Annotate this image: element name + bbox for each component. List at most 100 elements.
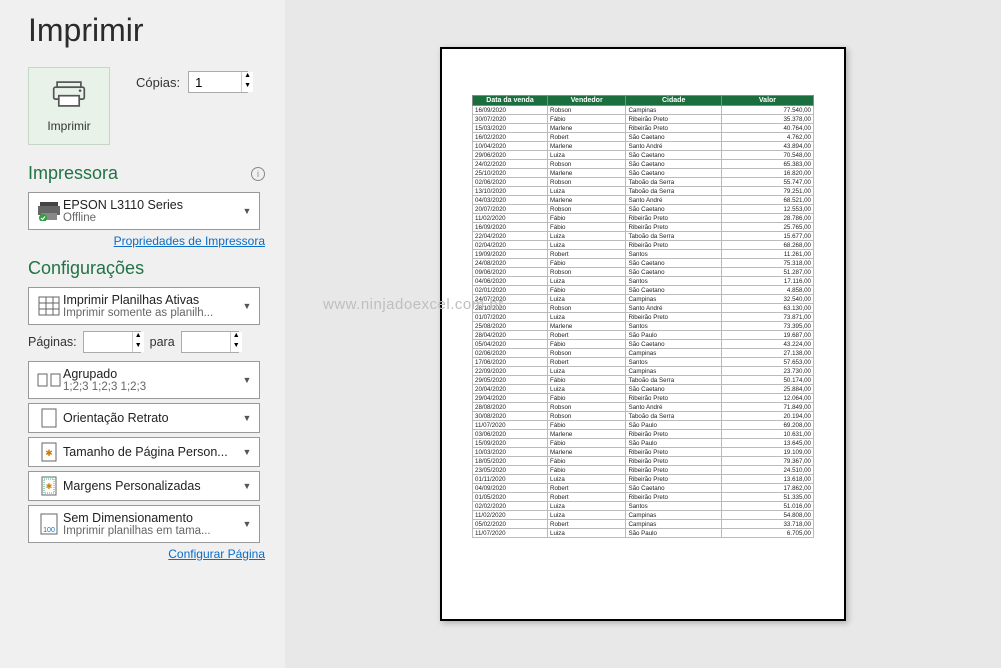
table-header: Cidade — [626, 96, 721, 106]
settings-section-header: Configurações — [28, 258, 144, 279]
table-cell: Taboão da Serra — [626, 232, 721, 241]
table-cell: 05/04/2020 — [473, 340, 548, 349]
table-row: 24/02/2020RobsonSão Caetano65.383,00 — [473, 160, 814, 169]
chevron-down-icon: ▼ — [241, 206, 253, 216]
table-row: 28/04/2020RobertSão Paulo19.687,00 — [473, 331, 814, 340]
table-row: 29/04/2020FábioRibeirão Preto12.064,00 — [473, 394, 814, 403]
chevron-down-icon: ▼ — [241, 301, 253, 311]
table-cell: Fábio — [548, 394, 626, 403]
table-cell: 01/11/2020 — [473, 475, 548, 484]
printer-status-icon — [35, 201, 63, 221]
table-cell: Ribeirão Preto — [626, 115, 721, 124]
table-cell: 43.894,00 — [721, 142, 813, 151]
table-row: 01/07/2020LuizaRibeirão Preto73.871,00 — [473, 313, 814, 322]
pages-from-spinner[interactable]: ▲▼ — [132, 332, 144, 352]
table-cell: 55.747,00 — [721, 178, 813, 187]
copies-label: Cópias: — [136, 75, 180, 90]
table-cell: Luiza — [548, 151, 626, 160]
pages-to-spinner[interactable]: ▲▼ — [230, 332, 242, 352]
preview-page: Data da vendaVendedorCidadeValor 16/09/2… — [440, 47, 846, 621]
table-cell: Fábio — [548, 115, 626, 124]
orientation-dropdown[interactable]: Orientação Retrato ▼ — [28, 403, 260, 433]
margins-dropdown[interactable]: ✱ Margens Personalizadas ▼ — [28, 471, 260, 501]
scaling-icon: 100 — [35, 513, 63, 535]
paper-size-dropdown[interactable]: ✱ Tamanho de Página Person... ▼ — [28, 437, 260, 467]
table-row: 22/04/2020LuizaTaboão da Serra15.677,00 — [473, 232, 814, 241]
table-row: 11/07/2020LuizaSão Paulo6.705,00 — [473, 529, 814, 538]
table-row: 11/07/2020FábioSão Paulo69.208,00 — [473, 421, 814, 430]
table-row: 28/10/2020RobsonSanto André63.130,00 — [473, 304, 814, 313]
table-cell: São Caetano — [626, 484, 721, 493]
table-row: 23/05/2020FábioRibeirão Preto24.510,00 — [473, 466, 814, 475]
table-cell: Marlene — [548, 196, 626, 205]
chevron-down-icon: ▼ — [241, 375, 253, 385]
table-row: 15/03/2020MarleneRibeirão Preto40.764,00 — [473, 124, 814, 133]
table-cell: Ribeirão Preto — [626, 457, 721, 466]
paper-line1: Tamanho de Página Person... — [63, 445, 241, 459]
table-row: 10/04/2020MarleneSanto André43.894,00 — [473, 142, 814, 151]
table-cell: Robson — [548, 268, 626, 277]
table-cell: 69.208,00 — [721, 421, 813, 430]
table-cell: 30/07/2020 — [473, 115, 548, 124]
scaling-dropdown[interactable]: 100 Sem Dimensionamento Imprimir planilh… — [28, 505, 260, 543]
table-cell: 17.116,00 — [721, 277, 813, 286]
copies-spinner[interactable]: ▲▼ — [241, 72, 253, 92]
table-cell: 19.687,00 — [721, 331, 813, 340]
table-cell: 22/09/2020 — [473, 367, 548, 376]
print-button[interactable]: Imprimir — [28, 67, 110, 145]
table-cell: Robson — [548, 160, 626, 169]
table-cell: 02/04/2020 — [473, 241, 548, 250]
table-cell: Campinas — [626, 349, 721, 358]
table-row: 30/07/2020FábioRibeirão Preto35.378,00 — [473, 115, 814, 124]
info-icon[interactable]: i — [251, 167, 265, 181]
table-cell: 65.383,00 — [721, 160, 813, 169]
table-cell: Robson — [548, 304, 626, 313]
table-cell: Luiza — [548, 313, 626, 322]
printer-dropdown[interactable]: EPSON L3110 Series Offline ▼ — [28, 192, 260, 230]
table-cell: Robson — [548, 412, 626, 421]
copies-input[interactable] — [188, 71, 248, 93]
table-row: 28/08/2020RobsonSanto André71.849,00 — [473, 403, 814, 412]
margins-icon: ✱ — [35, 476, 63, 496]
table-cell: 20/04/2020 — [473, 385, 548, 394]
table-cell: 17/06/2020 — [473, 358, 548, 367]
table-cell: São Caetano — [626, 340, 721, 349]
collation-dropdown[interactable]: Agrupado 1;2;3 1;2;3 1;2;3 ▼ — [28, 361, 260, 399]
collate-icon — [35, 371, 63, 389]
table-cell: São Paulo — [626, 331, 721, 340]
table-row: 04/06/2020LuizaSantos17.116,00 — [473, 277, 814, 286]
table-cell: Fábio — [548, 457, 626, 466]
table-cell: 79.251,00 — [721, 187, 813, 196]
table-cell: Marlene — [548, 322, 626, 331]
table-cell: Campinas — [626, 511, 721, 520]
page-setup-link[interactable]: Configurar Página — [28, 547, 265, 561]
table-cell: 29/04/2020 — [473, 394, 548, 403]
table-cell: Luiza — [548, 277, 626, 286]
table-cell: Fábio — [548, 439, 626, 448]
chevron-down-icon: ▼ — [241, 413, 253, 423]
table-row: 15/09/2020FábioSão Paulo13.645,00 — [473, 439, 814, 448]
table-cell: 24/08/2020 — [473, 259, 548, 268]
table-cell: 13/10/2020 — [473, 187, 548, 196]
table-cell: 23/05/2020 — [473, 466, 548, 475]
table-cell: Santos — [626, 358, 721, 367]
table-cell: Santos — [626, 502, 721, 511]
table-row: 22/09/2020LuizaCampinas23.730,00 — [473, 367, 814, 376]
table-cell: Fábio — [548, 376, 626, 385]
table-row: 05/02/2020RobertCampinas33.718,00 — [473, 520, 814, 529]
table-row: 02/06/2020RobsonCampinas27.138,00 — [473, 349, 814, 358]
table-row: 10/03/2020MarleneRibeirão Preto19.109,00 — [473, 448, 814, 457]
table-row: 01/11/2020LuizaRibeirão Preto13.618,00 — [473, 475, 814, 484]
table-row: 02/02/2020LuizaSantos51.016,00 — [473, 502, 814, 511]
printer-properties-link[interactable]: Propriedades de Impressora — [28, 234, 265, 248]
table-cell: Ribeirão Preto — [626, 313, 721, 322]
print-what-dropdown[interactable]: Imprimir Planilhas Ativas Imprimir somen… — [28, 287, 260, 325]
table-cell: 28.786,00 — [721, 214, 813, 223]
table-header: Vendedor — [548, 96, 626, 106]
table-row: 20/07/2020RobsonSão Caetano12.553,00 — [473, 205, 814, 214]
table-header: Data da venda — [473, 96, 548, 106]
margins-line1: Margens Personalizadas — [63, 479, 241, 493]
table-cell: Fábio — [548, 223, 626, 232]
printer-section-header: Impressora — [28, 163, 118, 184]
table-cell: 15/03/2020 — [473, 124, 548, 133]
